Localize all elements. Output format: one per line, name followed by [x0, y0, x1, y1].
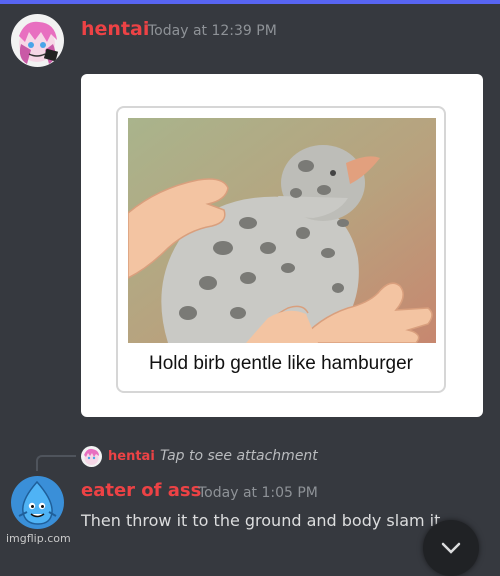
bird-illustration [128, 118, 436, 343]
wikihow-panel: Hold birb gentle like hamburger [116, 106, 446, 393]
user-avatar[interactable] [11, 14, 64, 67]
jump-to-bottom-button[interactable] [423, 520, 479, 576]
message-username[interactable]: eater of ass [81, 480, 201, 501]
reply-preview[interactable]: Tap to see attachment [160, 448, 318, 464]
blue-droplet-avatar-icon [11, 476, 64, 529]
image-caption: Hold birb gentle like hamburger [148, 353, 414, 374]
reply-username[interactable]: hentai [108, 449, 155, 464]
top-accent-bar [0, 0, 500, 4]
reply-connector [36, 455, 76, 471]
user-avatar[interactable] [11, 476, 64, 529]
reply-avatar[interactable] [81, 446, 102, 467]
watermark: imgflip.com [6, 532, 71, 545]
chevron-down-icon [441, 542, 461, 554]
image-attachment[interactable]: Hold birb gentle like hamburger [81, 74, 483, 417]
anime-avatar-icon [11, 14, 64, 67]
message-timestamp: Today at 12:39 PM [148, 23, 277, 39]
message-username[interactable]: hentai [81, 18, 149, 40]
message-content: Then throw it to the ground and body sla… [81, 511, 441, 530]
message-timestamp: Today at 1:05 PM [198, 485, 318, 501]
anime-avatar-icon [81, 446, 102, 467]
